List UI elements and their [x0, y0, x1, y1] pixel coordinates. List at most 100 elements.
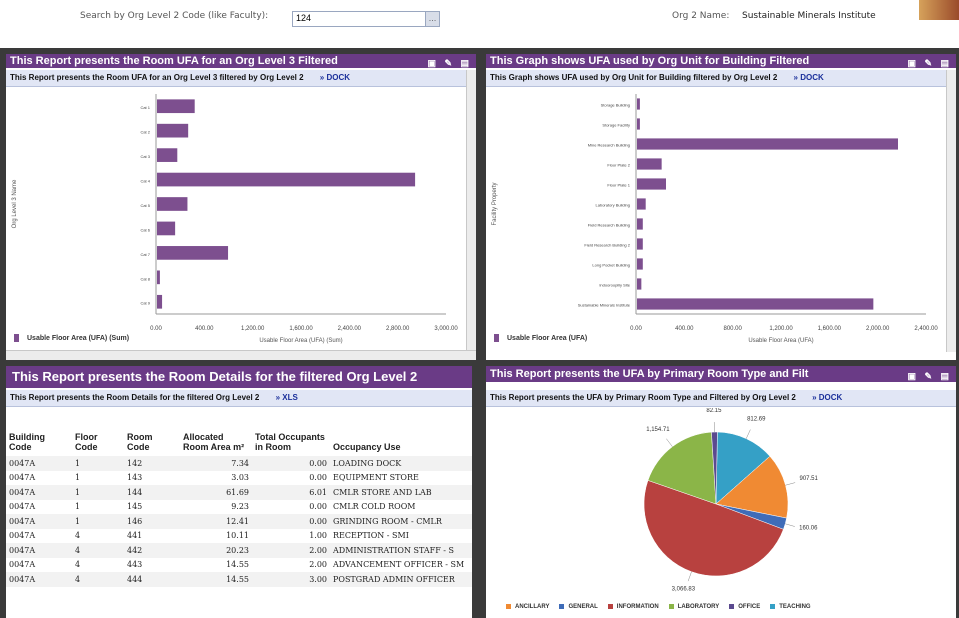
table-row[interactable]: 0047A 4 442 20.23 2.00 ADMINISTRATION STAFF -… [6, 543, 472, 558]
category-tick-label: Field Research Building 2 [584, 242, 630, 247]
data-label-leader [785, 523, 795, 527]
legend-item: INFORMATION [598, 604, 659, 610]
horizontal-scrollbar[interactable] [6, 350, 476, 360]
top-filter-bar: Search by Org Level 2 Code (like Faculty… [0, 0, 959, 48]
x-tick-label: 800.00 [723, 326, 742, 332]
cell-room-area: 10.11 [226, 531, 249, 541]
panel-tools-icon[interactable]: ▣ ✎ ▤ [903, 368, 952, 382]
table-row[interactable]: 0047A 4 441 10.11 1.00 RECEPTION - SMI [6, 529, 472, 544]
cell-floor-code: 4 [75, 560, 81, 570]
panel-tools-icon[interactable]: ▣ ✎ ▤ [903, 56, 952, 68]
org-level-2-code-input[interactable]: 124 … [292, 11, 440, 27]
header-room-area[interactable]: Allocated Room Area m² [180, 432, 252, 456]
table-header-row: Building Code Floor Code Room Code Alloc… [6, 432, 472, 456]
legend-item: TEACHING [760, 604, 811, 610]
category-tick-label: Cat 7 [140, 252, 150, 257]
panel-title: This Report presents the Room UFA for an… [6, 54, 476, 68]
legend-swatch [559, 604, 565, 609]
dock-link[interactable]: » DOCK [320, 73, 350, 82]
table-row[interactable]: 0047A 4 444 14.55 3.00 POSTGRAD ADMIN OFFICER [6, 572, 472, 587]
cell-room-code: 145 [127, 502, 143, 512]
data-label-leader [687, 571, 692, 582]
bar [637, 98, 640, 110]
cell-room-area: 20.23 [180, 543, 252, 558]
cell-building-code: 0047A [9, 502, 36, 512]
cell-building-code: 0047A [6, 456, 72, 471]
cell-building-code: 0047A [9, 473, 36, 483]
bar [157, 270, 160, 285]
panel-title: This Graph shows UFA used by Org Unit fo… [486, 54, 956, 68]
bar [637, 298, 874, 310]
cell-occupancy-use: ADMINISTRATION STAFF - S [330, 543, 472, 558]
data-label-leader [745, 429, 751, 439]
category-tick-label: Indooroopilly Site [599, 282, 630, 287]
y-axis-label: Org Level 3 Name [12, 179, 18, 228]
cell-occupancy-use: LOADING DOCK [330, 456, 472, 471]
legend-label: INFORMATION [616, 604, 659, 611]
bar [157, 99, 195, 114]
cell-floor-code: 4 [72, 543, 124, 558]
category-tick-label: Cat 3 [140, 154, 150, 159]
panel-tools-icon[interactable]: ▣ ✎ ▤ [423, 56, 472, 68]
bar [157, 197, 188, 211]
cell-room-area: 9.23 [231, 502, 249, 512]
cell-room-code: 146 [124, 514, 180, 529]
lookup-icon[interactable]: … [425, 12, 439, 26]
data-label: 160.06 [799, 525, 818, 531]
panel-ufa-org-unit: This Graph shows UFA used by Org Unit fo… [486, 54, 956, 360]
cell-occupancy-use: EQUIPMENT STORE [333, 473, 419, 483]
table-row[interactable]: 0047A 4 443 14.55 2.00 ADVANCEMENT OFFICER - … [6, 558, 472, 573]
cell-room-code: 144 [124, 485, 180, 500]
x-tick-label: 2,800.00 [386, 326, 410, 332]
cell-occupants: 0.00 [252, 514, 330, 529]
panel-ufa-org-level3: This Report presents the Room UFA for an… [6, 54, 476, 360]
bar [157, 294, 163, 309]
category-tick-label: Floor Plate 1 [607, 182, 630, 187]
org-name-label: Org 2 Name: [672, 11, 730, 21]
vertical-scrollbar[interactable] [946, 70, 956, 352]
data-label: 1,154.71 [646, 427, 670, 433]
bar [637, 158, 662, 170]
table-row[interactable]: 0047A 1 142 7.34 0.00 LOADING DOCK [6, 456, 472, 471]
header-total-occupants[interactable]: Total Occupants in Room [252, 432, 330, 456]
org-name-value: Sustainable Minerals Institute [742, 11, 876, 21]
table-row[interactable]: 0047A 1 145 9.23 0.00 CMLR COLD ROOM [6, 500, 472, 515]
category-tick-label: Cat 2 [140, 130, 150, 135]
panel-subtitle-bar: This Report presents the UFA by Primary … [486, 390, 956, 407]
data-label: 3,066.83 [672, 587, 696, 593]
vertical-scrollbar[interactable] [466, 70, 476, 352]
legend-item: GENERAL [549, 604, 598, 610]
panel-title: This Report presents the UFA by Primary … [486, 366, 956, 382]
header-floor-code[interactable]: Floor Code [72, 432, 124, 456]
header-room-code[interactable]: Room Code [124, 432, 180, 456]
table-row[interactable]: 0047A 1 146 12.41 0.00 GRINDING ROOM - CMLR [6, 514, 472, 529]
table-row[interactable]: 0047A 1 144 61.69 6.01 CMLR STORE AND LAB [6, 485, 472, 500]
ufa-org-unit-bar-chart: Storage Building Storage Facility Mine Res… [492, 94, 938, 344]
legend-swatch [729, 604, 735, 609]
x-tick-label: 400.00 [195, 326, 214, 332]
category-tick-label: Cat 8 [140, 276, 150, 281]
xls-export-link[interactable]: » XLS [276, 393, 298, 402]
dock-link[interactable]: » DOCK [812, 393, 842, 402]
table-row[interactable]: 0047A 1 143 3.03 0.00 EQUIPMENT STORE [6, 471, 472, 486]
cell-room-code: 441 [127, 531, 143, 541]
bar [637, 118, 640, 130]
cell-building-code: 0047A [9, 560, 36, 570]
header-building-code[interactable]: Building Code [6, 432, 72, 456]
cell-floor-code: 1 [75, 502, 81, 512]
data-label: 82.15 [706, 408, 722, 414]
header-occupancy-use[interactable]: Occupancy Use [330, 432, 472, 456]
category-tick-label: Cat 9 [140, 301, 150, 306]
legend-item: LABORATORY [659, 604, 719, 610]
bar [157, 148, 178, 162]
cell-room-area: 3.03 [231, 473, 249, 483]
x-tick-label: 2,400.00 [914, 326, 938, 332]
x-tick-label: 1,600.00 [289, 326, 313, 332]
panel-title: This Report presents the Room Details fo… [6, 366, 472, 388]
cell-occupants: 3.00 [252, 572, 330, 587]
dock-link[interactable]: » DOCK [794, 73, 824, 82]
panel-room-details: This Report presents the Room Details fo… [6, 366, 472, 618]
bar [637, 258, 643, 270]
cell-room-code: 443 [127, 560, 143, 570]
category-tick-label: Cat 4 [140, 178, 150, 183]
